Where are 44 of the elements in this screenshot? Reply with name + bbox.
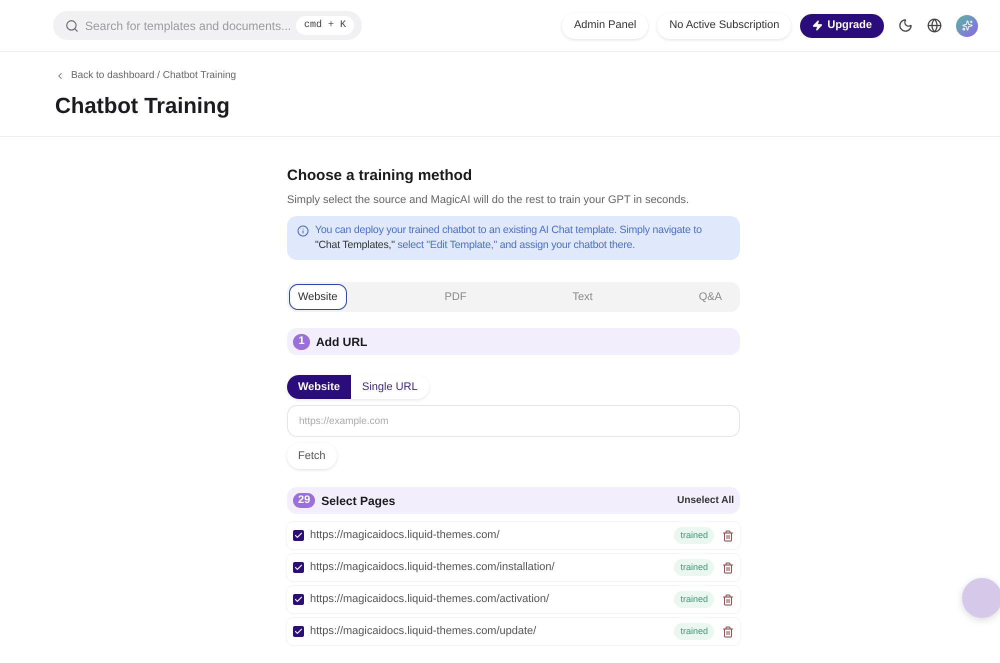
pages-title: Select Pages (321, 492, 396, 510)
page-url: https://magicaidocs.liquid-themes.com/update/ (310, 624, 538, 640)
dark-mode-icon[interactable] (898, 18, 913, 33)
search-icon (65, 18, 79, 32)
section-subtitle: Simply select the source and MagicAI will do the rest to train your GPT in seconds. (287, 192, 690, 208)
lightning-icon (812, 20, 824, 31)
search-input[interactable]: Search for templates and documents... (85, 16, 290, 34)
page-title: Chatbot Training (55, 92, 231, 120)
status-badge: trained (674, 590, 714, 608)
status-badge: trained (674, 558, 714, 576)
source-toggle[interactable]: Single URL (350, 375, 429, 399)
page-url: https://magicaidocs.liquid-themes.com/ (310, 528, 501, 544)
step-title: Add URL (316, 334, 368, 350)
page-count: 29 (293, 493, 316, 508)
admin-panel-button[interactable]: Admin Panel (562, 12, 648, 38)
shortcut-hint: cmd + K (296, 16, 354, 35)
language-icon[interactable] (927, 18, 942, 33)
page-checkbox[interactable] (293, 594, 304, 605)
method-tab[interactable]: Website (289, 284, 347, 310)
url-field[interactable]: https://example.com (287, 405, 740, 437)
fetch-button[interactable]: Fetch (287, 443, 337, 469)
subscription-button[interactable]: No Active Subscription (657, 12, 792, 38)
step-number: 1 (293, 334, 310, 350)
search-field[interactable]: Search for templates and documents... cmd + K (53, 11, 362, 40)
delete-icon[interactable] (722, 562, 734, 574)
info-text: You can deploy your trained chatbot to an existing AI Chat template. Simply navigate to "Chat Templates," select "Edit Template," and assign your chatbot there. (315, 223, 703, 253)
sparkle-icon (962, 20, 972, 31)
avatar-button[interactable] (956, 14, 978, 36)
page-checkbox[interactable] (293, 562, 304, 573)
page-url: https://magicaidocs.liquid-themes.com/installation/ (310, 560, 556, 576)
breadcrumb-link[interactable]: Back to dashboard / Chatbot Training (55, 68, 1000, 83)
unselect-all-button[interactable]: Unselect All (677, 493, 734, 508)
source-toggle[interactable]: Website (287, 375, 351, 399)
delete-icon[interactable] (722, 594, 734, 606)
page-checkbox[interactable] (293, 530, 304, 541)
delete-icon[interactable] (722, 626, 734, 638)
upgrade-button[interactable]: Upgrade (800, 14, 884, 38)
page-checkbox[interactable] (293, 626, 304, 637)
delete-icon[interactable] (722, 530, 734, 542)
status-badge: trained (674, 622, 714, 640)
page-url: https://magicaidocs.liquid-themes.com/activation/ (310, 592, 550, 608)
info-icon (297, 225, 309, 237)
section-title: Choose a training method (287, 166, 474, 186)
status-badge: trained (674, 526, 714, 544)
